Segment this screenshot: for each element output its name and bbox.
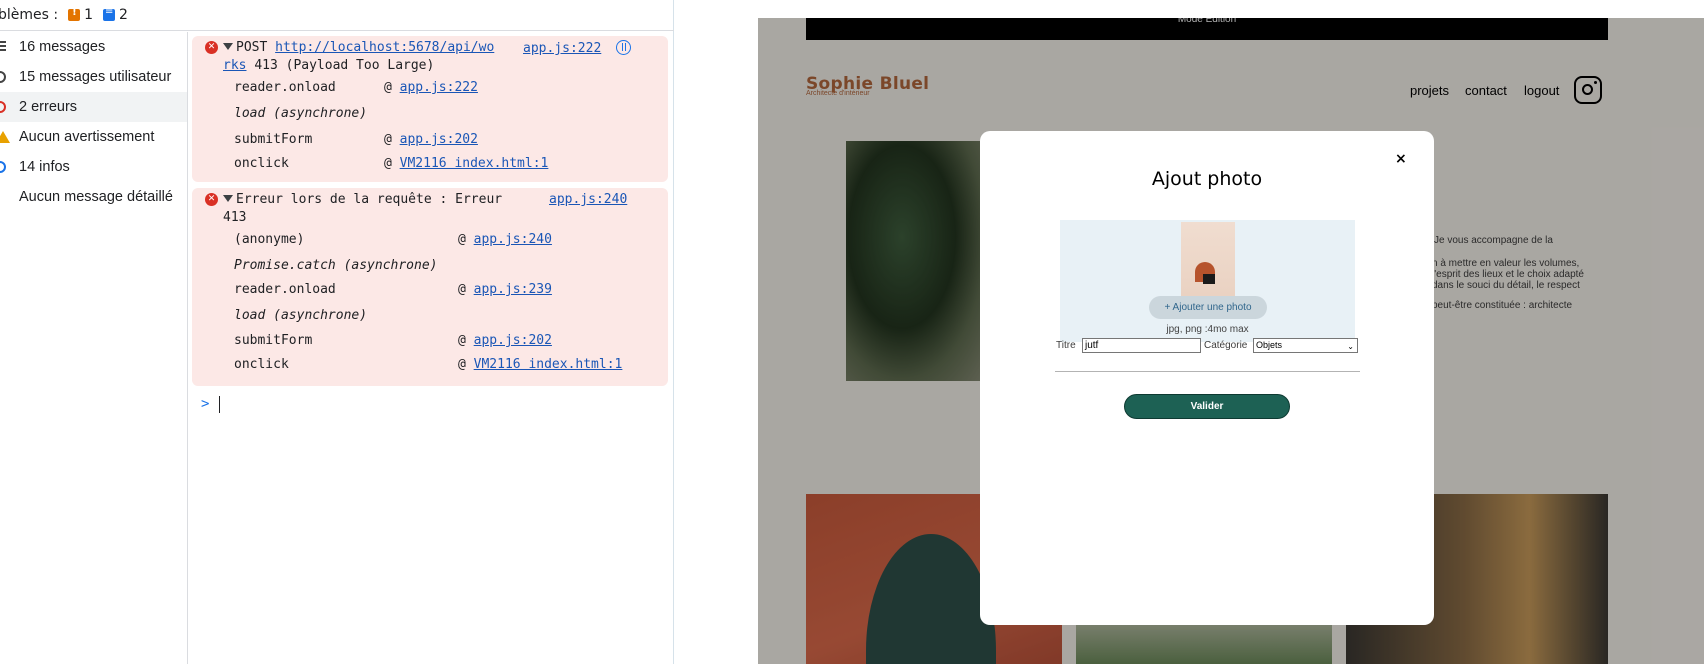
sidebar-item-label: 16 messages: [19, 39, 106, 55]
close-icon[interactable]: ×: [1395, 151, 1407, 167]
error-code: 413: [223, 210, 247, 225]
error-text: Erreur lors de la requête : Erreur: [236, 192, 503, 207]
stack-link[interactable]: VM2116 index.html:1: [474, 357, 623, 372]
sidebar-item-warnings[interactable]: Aucun avertissement: [0, 122, 187, 152]
category-value: Objets: [1256, 340, 1283, 350]
console-input[interactable]: [219, 396, 220, 413]
stack-fn: load (asynchrone): [234, 106, 368, 121]
stack-fn: (anonyme): [234, 232, 305, 247]
console-output: ✕ POST http://localhost:5678/api/wo app.…: [189, 32, 673, 664]
console-prompt-icon: >: [201, 396, 210, 412]
stack-fn: onclick: [234, 357, 289, 372]
error-icon: [0, 101, 6, 113]
source-link[interactable]: app.js:222: [523, 41, 601, 56]
stack-link[interactable]: app.js:202: [400, 132, 478, 147]
sidebar-item-errors[interactable]: 2 erreurs: [0, 92, 187, 122]
stack-fn: onclick: [234, 156, 289, 171]
source-link[interactable]: app.js:240: [549, 192, 627, 207]
problems-label: blèmes :: [0, 7, 59, 23]
verbose-icon: [0, 191, 6, 203]
stack-link[interactable]: app.js:202: [474, 333, 552, 348]
console-sidebar: 16 messages 15 messages utilisateur 2 er…: [0, 32, 188, 664]
sidebar-item-label: 14 infos: [19, 159, 70, 175]
sidebar-item-info[interactable]: 14 infos: [0, 152, 187, 182]
sidebar-item-label: 2 erreurs: [19, 99, 78, 115]
stack-at: @: [458, 232, 466, 247]
stack-at: @: [384, 132, 392, 147]
stack-fn: submitForm: [234, 132, 313, 147]
stack-at: @: [384, 80, 392, 95]
stack-fn: load (asynchrone): [234, 308, 368, 323]
error-icon: ✕: [205, 193, 218, 206]
stack-fn: reader.onload: [234, 80, 336, 95]
file-format-hint: jpg, png :4mo max: [1166, 324, 1249, 335]
list-icon: [0, 41, 6, 51]
expand-triangle-icon[interactable]: [223, 195, 233, 202]
request-url-link[interactable]: http://localhost:5678/api/wo: [275, 40, 494, 55]
sidebar-item-label: Aucun message détaillé: [19, 189, 173, 205]
stack-at: @: [384, 156, 392, 171]
title-label: Titre: [1056, 340, 1076, 351]
sidebar-item-messages[interactable]: 16 messages: [0, 32, 187, 62]
info-badge-icon: [103, 6, 116, 21]
sidebar-item-label: Aucun avertissement: [19, 129, 155, 145]
warning-count: 1: [84, 7, 94, 23]
stack-fn: reader.onload: [234, 282, 336, 297]
stack-link[interactable]: app.js:240: [474, 232, 552, 247]
add-photo-modal: × Ajout photo + Ajouter une photo jpg, p…: [980, 131, 1434, 625]
info-count: 2: [119, 7, 128, 23]
http-method: POST: [236, 40, 268, 55]
request-url-link-cont[interactable]: rks: [223, 58, 246, 73]
error-icon: ✕: [205, 41, 218, 54]
upload-area: + Ajouter une photo jpg, png :4mo max: [1060, 220, 1355, 342]
stack-fn: Promise.catch (asynchrone): [234, 258, 438, 273]
stack-at: @: [458, 282, 466, 297]
stack-link[interactable]: VM2116 index.html:1: [400, 156, 549, 171]
expand-triangle-icon[interactable]: [223, 43, 233, 50]
sidebar-item-label: 15 messages utilisateur: [19, 69, 172, 85]
stack-at: @: [458, 333, 466, 348]
sidebar-item-user-messages[interactable]: 15 messages utilisateur: [0, 62, 187, 92]
category-select[interactable]: Objets ⌄: [1253, 338, 1358, 353]
photo-preview: [1181, 222, 1235, 296]
network-icon[interactable]: [616, 40, 632, 55]
stack-link[interactable]: app.js:222: [400, 80, 478, 95]
stack-fn: submitForm: [234, 333, 313, 348]
category-label: Catégorie: [1204, 340, 1248, 351]
status-text: 413 (Payload Too Large): [254, 58, 435, 73]
user-icon: [0, 71, 6, 83]
console-error-message[interactable]: ✕ Erreur lors de la requête : Erreur app…: [192, 188, 668, 386]
modal-title: Ajout photo: [1151, 168, 1263, 190]
warning-badge-icon: [68, 7, 81, 21]
add-photo-button[interactable]: + Ajouter une photo: [1149, 296, 1267, 319]
validate-button[interactable]: Valider: [1124, 394, 1290, 419]
divider: [1055, 371, 1360, 372]
chevron-down-icon: ⌄: [1347, 342, 1354, 351]
console-error-message[interactable]: ✕ POST http://localhost:5678/api/wo app.…: [192, 36, 668, 182]
devtools-panel: blèmes : 1 2 16 messages 15 messages uti…: [0, 0, 674, 664]
info-icon: [0, 161, 6, 173]
sidebar-item-verbose[interactable]: Aucun message détaillé: [0, 182, 187, 212]
problems-bar[interactable]: blèmes : 1 2: [0, 0, 674, 31]
stack-link[interactable]: app.js:239: [474, 282, 552, 297]
stack-at: @: [458, 357, 466, 372]
warning-icon: [0, 131, 10, 143]
title-input[interactable]: jutf: [1082, 338, 1201, 353]
